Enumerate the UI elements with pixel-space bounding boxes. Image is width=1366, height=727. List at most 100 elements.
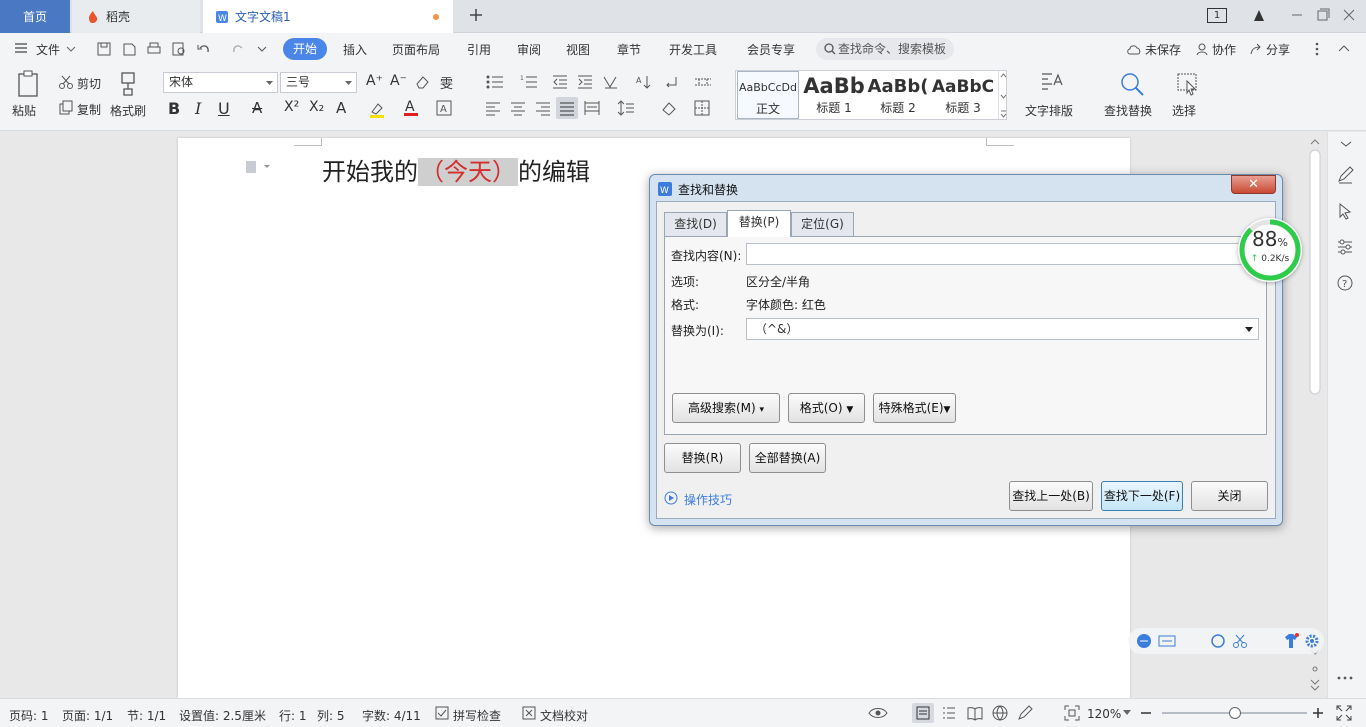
status-row[interactable]: 行: 1 xyxy=(279,707,307,724)
find-what-input[interactable] xyxy=(746,243,1242,265)
replace-button[interactable]: 替换(R) xyxy=(664,443,741,473)
share-button[interactable]: 分享 xyxy=(1266,41,1290,58)
clear-format-icon[interactable] xyxy=(414,74,430,90)
vertical-scrollbar[interactable] xyxy=(1308,136,1322,696)
format-painter-icon[interactable] xyxy=(118,71,140,97)
sort-icon[interactable]: A xyxy=(635,74,651,90)
redo-icon[interactable] xyxy=(230,41,246,57)
fullscreen-icon[interactable] xyxy=(1336,705,1352,721)
style-normal[interactable]: AaBbCcDd 正文 xyxy=(737,71,799,119)
replace-all-button[interactable]: 全部替换(A) xyxy=(749,443,826,473)
text-effect-icon[interactable]: A xyxy=(336,99,346,117)
italic-icon[interactable]: I xyxy=(195,99,201,118)
settings-sliders-icon[interactable] xyxy=(1336,238,1354,256)
unsaved-status[interactable]: 未保存 xyxy=(1145,41,1181,58)
style-gallery-scroll[interactable] xyxy=(998,71,1007,119)
window-count-icon[interactable]: 1 xyxy=(1207,8,1227,23)
collapse-ribbon-icon[interactable] xyxy=(1338,43,1350,53)
more-horizontal-icon[interactable] xyxy=(1336,674,1354,682)
style-heading-1[interactable]: AaBb 标题 1 xyxy=(802,71,866,119)
superscript-icon[interactable]: X² xyxy=(284,99,299,115)
align-center-icon[interactable] xyxy=(510,100,526,116)
font-color-icon[interactable]: A xyxy=(403,98,419,118)
fit-page-icon[interactable] xyxy=(1064,705,1080,721)
tab-daoke[interactable]: 稻壳 xyxy=(72,0,200,33)
input-method-icon[interactable] xyxy=(1136,633,1152,649)
status-setting[interactable]: 设置值: 2.5厘米 xyxy=(179,707,266,724)
text-layout-label[interactable]: 文字排版 xyxy=(1025,102,1073,119)
cut-icon[interactable] xyxy=(58,74,74,90)
align-left-icon[interactable] xyxy=(485,100,501,116)
status-column[interactable]: 列: 5 xyxy=(317,707,345,724)
pinyin-icon[interactable]: 雯 xyxy=(440,73,453,92)
zoom-in-icon[interactable] xyxy=(1312,706,1324,720)
tab-find[interactable]: 查找(D) xyxy=(664,212,727,236)
numbered-list-icon[interactable]: 1 xyxy=(520,74,538,90)
tab-replace[interactable]: 替换(P) xyxy=(727,210,791,237)
menu-section[interactable]: 章节 xyxy=(617,41,641,58)
pointer-icon[interactable] xyxy=(1336,202,1354,220)
page-view-button[interactable] xyxy=(912,703,934,723)
web-view-icon[interactable] xyxy=(992,705,1008,721)
menu-member[interactable]: 会员专享 xyxy=(747,41,795,58)
collab-button[interactable]: 协作 xyxy=(1212,41,1236,58)
decrease-indent-icon[interactable] xyxy=(552,74,568,90)
zoom-level[interactable]: 120% xyxy=(1087,707,1121,721)
paste-icon[interactable] xyxy=(16,70,40,98)
shrink-font-icon[interactable]: A⁻ xyxy=(390,73,407,89)
sync-icon[interactable] xyxy=(1210,633,1226,649)
spell-check-button[interactable]: 拼写检查 xyxy=(453,707,501,724)
align-right-icon[interactable] xyxy=(535,100,551,116)
copy-icon[interactable] xyxy=(58,100,74,116)
line-spacing-icon[interactable] xyxy=(617,100,635,116)
highlight-color-icon[interactable] xyxy=(368,100,386,118)
chevron-down-icon[interactable] xyxy=(1245,327,1253,333)
bold-icon[interactable]: B xyxy=(168,99,180,118)
maximize-icon[interactable] xyxy=(1316,8,1330,22)
copy-label[interactable]: 复制 xyxy=(77,101,101,118)
skin-icon[interactable] xyxy=(1251,7,1267,23)
chevron-down-icon[interactable] xyxy=(1123,710,1131,716)
menu-start[interactable]: 开始 xyxy=(283,38,327,60)
new-tab-icon[interactable] xyxy=(468,7,484,23)
quick-access-more-icon[interactable] xyxy=(256,43,268,55)
close-window-icon[interactable] xyxy=(1342,8,1356,22)
bullet-list-icon[interactable] xyxy=(486,74,504,90)
borders-icon[interactable] xyxy=(694,100,710,116)
shirt-icon[interactable] xyxy=(1282,632,1300,650)
print-icon[interactable] xyxy=(146,41,162,57)
underline-icon[interactable]: U xyxy=(218,99,230,118)
print-preview-icon[interactable] xyxy=(171,41,187,57)
status-page-number[interactable]: 页码: 1 xyxy=(9,707,49,724)
justify-button[interactable] xyxy=(556,97,578,119)
strikethrough-icon[interactable]: A xyxy=(252,99,262,117)
status-word-count[interactable]: 字数: 4/11 xyxy=(362,707,421,724)
gear-icon[interactable] xyxy=(1304,633,1320,649)
style-heading-3[interactable]: AaBbC 标题 3 xyxy=(931,71,995,119)
close-button[interactable]: 关闭 xyxy=(1191,481,1268,511)
advanced-search-button[interactable]: 高级搜索(M) ▾ xyxy=(672,393,780,423)
output-pdf-icon[interactable] xyxy=(121,41,137,57)
select-label[interactable]: 选择 xyxy=(1172,102,1196,119)
dialog-close-button[interactable]: ✕ xyxy=(1231,175,1276,194)
pen-icon[interactable] xyxy=(1336,166,1354,184)
char-border-icon[interactable]: A xyxy=(436,100,452,116)
find-replace-label[interactable]: 查找替换 xyxy=(1104,102,1152,119)
zoom-slider-thumb[interactable] xyxy=(1229,707,1241,719)
special-format-button[interactable]: 特殊格式(E)▼ xyxy=(873,393,956,423)
write-mode-icon[interactable] xyxy=(1017,705,1033,721)
find-previous-button[interactable]: 查找上一处(B) xyxy=(1009,481,1093,511)
select-icon[interactable] xyxy=(1176,71,1200,97)
more-vertical-icon[interactable] xyxy=(1312,41,1322,57)
minimize-icon[interactable] xyxy=(1290,8,1304,22)
network-speed-widget[interactable]: 88% ↑ 0.2K/s xyxy=(1238,218,1302,282)
document-text-line[interactable]: 开始我的（今天）的编辑 xyxy=(322,152,590,187)
tab-goto[interactable]: 定位(G) xyxy=(791,212,854,236)
format-button[interactable]: 格式(O) ▼ xyxy=(788,393,865,423)
tab-home[interactable]: 首页 xyxy=(0,0,70,33)
paste-label[interactable]: 粘贴 xyxy=(12,102,36,119)
hamburger-icon[interactable] xyxy=(14,42,28,54)
shading-icon[interactable] xyxy=(660,100,678,116)
menu-insert[interactable]: 插入 xyxy=(343,41,367,58)
find-replace-icon[interactable] xyxy=(1119,71,1145,97)
